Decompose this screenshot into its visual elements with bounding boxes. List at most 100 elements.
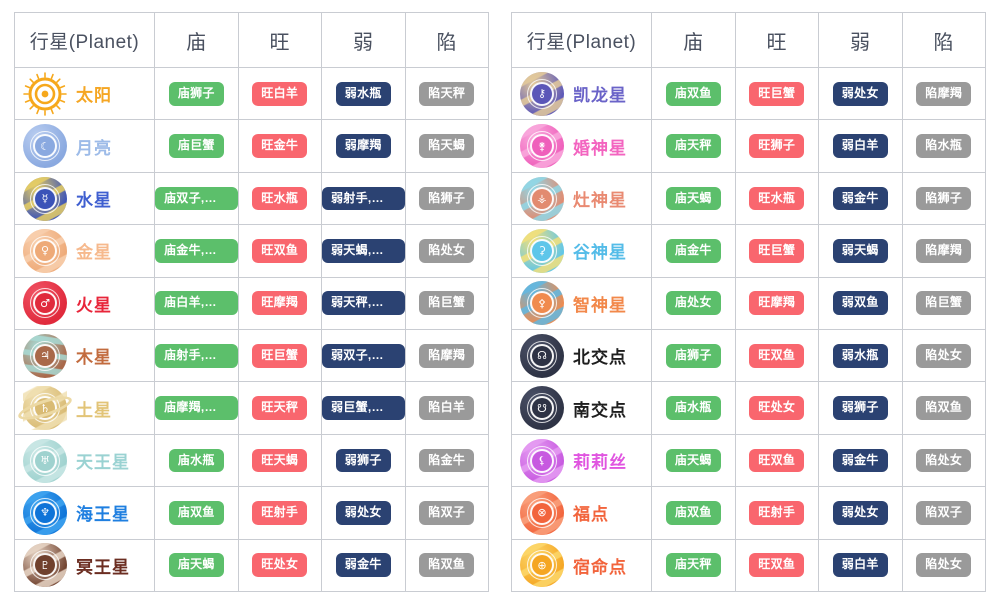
dignity-badge-xian[interactable]: 陷狮子 bbox=[916, 186, 972, 211]
dignity-badge-xian[interactable]: 陷水瓶 bbox=[916, 134, 972, 158]
dignity-badge-ruo[interactable]: 弱白羊 bbox=[832, 134, 888, 158]
dignity-badge-ruo[interactable]: 弱白羊 bbox=[832, 553, 888, 578]
dignity-badge-wang[interactable]: 旺双鱼 bbox=[749, 553, 805, 578]
dignity-badge-wang[interactable]: 旺天秤 bbox=[252, 396, 308, 421]
dignity-badge-xian[interactable]: 陷金牛 bbox=[419, 448, 475, 473]
dignity-badge-miao[interactable]: 庙天蝎 bbox=[168, 553, 224, 578]
dignity-badge-ruo[interactable]: 弱处女 bbox=[832, 81, 888, 106]
table-row[interactable]: ☋ 南交点 庙水瓶 旺处女 弱狮子 陷双鱼 bbox=[512, 382, 986, 435]
dignity-badge-wang[interactable]: 旺射手 bbox=[749, 501, 805, 525]
dignity-badge-ruo[interactable]: 弱处女 bbox=[832, 501, 888, 525]
dignity-badge-miao[interactable]: 庙双子,处女 bbox=[155, 186, 238, 211]
dignity-badge-ruo[interactable]: 弱摩羯 bbox=[335, 134, 391, 158]
dignity-badge-wang[interactable]: 旺巨蟹 bbox=[252, 343, 308, 368]
dignity-badge-miao[interactable]: 庙天秤 bbox=[665, 134, 721, 158]
dignity-badge-xian[interactable]: 陷处女 bbox=[916, 343, 972, 368]
dignity-badge-xian[interactable]: 陷狮子 bbox=[419, 186, 475, 211]
dignity-badge-ruo[interactable]: 弱巨蟹,狮子 bbox=[322, 396, 405, 421]
dignity-badge-xian[interactable]: 陷双鱼 bbox=[419, 553, 475, 578]
dignity-badge-xian[interactable]: 陷摩羯 bbox=[419, 343, 475, 368]
dignity-badge-wang[interactable]: 旺射手 bbox=[252, 501, 308, 525]
dignity-badge-miao[interactable]: 庙狮子 bbox=[665, 343, 721, 368]
dignity-badge-miao[interactable]: 庙水瓶 bbox=[168, 448, 224, 473]
dignity-badge-xian[interactable]: 陷处女 bbox=[419, 239, 475, 263]
dignity-badge-ruo[interactable]: 弱狮子 bbox=[832, 396, 888, 421]
table-row[interactable]: ♇ 冥王星 庙天蝎 旺处女 弱金牛 陷双鱼 bbox=[15, 539, 489, 593]
dignity-badge-ruo[interactable]: 弱水瓶 bbox=[335, 81, 391, 106]
dignity-badge-miao[interactable]: 庙金牛,天秤 bbox=[155, 239, 238, 263]
dignity-badge-miao[interactable]: 庙摩羯,水瓶 bbox=[155, 396, 238, 421]
dignity-badge-ruo[interactable]: 弱射手,双鱼 bbox=[322, 186, 405, 211]
table-row[interactable]: ♄ 土星 庙摩羯,水瓶 旺天秤 弱巨蟹,狮子 陷白羊 bbox=[15, 382, 489, 435]
dignity-badge-wang[interactable]: 旺白羊 bbox=[252, 81, 308, 106]
dignity-badge-wang[interactable]: 旺金牛 bbox=[252, 134, 308, 158]
dignity-badge-ruo[interactable]: 弱金牛 bbox=[832, 448, 888, 473]
dignity-badge-ruo[interactable]: 弱天秤,金牛 bbox=[322, 291, 405, 316]
table-row[interactable]: ⚶ 灶神星 庙天蝎 旺水瓶 弱金牛 陷狮子 bbox=[512, 172, 986, 226]
dignity-badge-wang[interactable]: 旺水瓶 bbox=[749, 186, 805, 211]
table-row[interactable]: ⚴ 智神星 庙处女 旺摩羯 弱双鱼 陷巨蟹 bbox=[512, 277, 986, 331]
dignity-badge-xian[interactable]: 陷天秤 bbox=[419, 81, 475, 106]
dignity-badge-xian[interactable]: 陷双子 bbox=[916, 501, 972, 525]
dignity-badge-xian[interactable]: 陷白羊 bbox=[419, 396, 475, 421]
dignity-badge-wang[interactable]: 旺摩羯 bbox=[749, 291, 805, 316]
dignity-badge-xian[interactable]: 陷双鱼 bbox=[916, 396, 972, 421]
table-row[interactable]: ⊕ 宿命点 庙天秤 旺双鱼 弱白羊 陷处女 bbox=[512, 539, 986, 593]
dignity-badge-miao[interactable]: 庙射手,双鱼 bbox=[155, 343, 238, 368]
dignity-badge-xian[interactable]: 陷摩羯 bbox=[916, 81, 972, 106]
table-row[interactable]: ☾ 月亮 庙巨蟹 旺金牛 弱摩羯 陷天蝎 bbox=[15, 120, 489, 173]
table-row[interactable]: ☊ 北交点 庙狮子 旺双鱼 弱水瓶 陷处女 bbox=[512, 330, 986, 383]
dignity-badge-miao[interactable]: 庙天蝎 bbox=[665, 448, 721, 473]
dignity-badge-xian[interactable]: 陷巨蟹 bbox=[916, 291, 972, 316]
dignity-badge-wang[interactable]: 旺处女 bbox=[749, 396, 805, 421]
dignity-badge-ruo[interactable]: 弱狮子 bbox=[335, 448, 391, 473]
dignity-badge-ruo[interactable]: 弱金牛 bbox=[832, 186, 888, 211]
dignity-badge-wang[interactable]: 旺双鱼 bbox=[749, 343, 805, 368]
table-row[interactable]: ♂ 火星 庙白羊,天蝎 旺摩羯 弱天秤,金牛 陷巨蟹 bbox=[15, 277, 489, 331]
dignity-badge-wang[interactable]: 旺巨蟹 bbox=[749, 81, 805, 106]
dignity-badge-xian[interactable]: 陷天蝎 bbox=[419, 134, 475, 158]
dignity-badge-xian[interactable]: 陷巨蟹 bbox=[419, 291, 475, 316]
dignity-badge-ruo[interactable]: 弱天蝎 bbox=[832, 239, 888, 263]
table-row[interactable]: ♆ 海王星 庙双鱼 旺射手 弱处女 陷双子 bbox=[15, 487, 489, 540]
dignity-badge-ruo[interactable]: 弱水瓶 bbox=[832, 343, 888, 368]
dignity-badge-wang[interactable]: 旺狮子 bbox=[749, 134, 805, 158]
dignity-badge-ruo[interactable]: 弱天蝎,白羊 bbox=[322, 239, 405, 263]
dignity-badge-xian[interactable]: 陷双子 bbox=[419, 501, 475, 525]
table-row[interactable]: ⚵ 婚神星 庙天秤 旺狮子 弱白羊 陷水瓶 bbox=[512, 120, 986, 173]
table-row[interactable]: ♃ 木星 庙射手,双鱼 旺巨蟹 弱双子,处女 陷摩羯 bbox=[15, 330, 489, 383]
dignity-badge-miao[interactable]: 庙处女 bbox=[665, 291, 721, 316]
dignity-badge-miao[interactable]: 庙水瓶 bbox=[665, 396, 721, 421]
table-row[interactable]: ⚳ 谷神星 庙金牛 旺巨蟹 弱天蝎 陷摩羯 bbox=[512, 225, 986, 278]
table-row[interactable]: ♀ 金星 庙金牛,天秤 旺双鱼 弱天蝎,白羊 陷处女 bbox=[15, 225, 489, 278]
dignity-badge-wang[interactable]: 旺双鱼 bbox=[749, 448, 805, 473]
dignity-badge-miao[interactable]: 庙双鱼 bbox=[665, 81, 721, 106]
dignity-badge-xian[interactable]: 陷处女 bbox=[916, 553, 972, 578]
dignity-badge-miao[interactable]: 庙白羊,天蝎 bbox=[155, 291, 238, 316]
dignity-badge-miao[interactable]: 庙双鱼 bbox=[168, 501, 224, 525]
dignity-badge-ruo[interactable]: 弱双子,处女 bbox=[322, 343, 405, 368]
table-row[interactable]: ⚸ 莉莉丝 庙天蝎 旺双鱼 弱金牛 陷处女 bbox=[512, 434, 986, 488]
table-row[interactable]: ⚷ 凯龙星 庙双鱼 旺巨蟹 弱处女 陷摩羯 bbox=[512, 68, 986, 121]
dignity-badge-miao[interactable]: 庙金牛 bbox=[665, 239, 721, 263]
dignity-badge-ruo[interactable]: 弱金牛 bbox=[335, 553, 391, 578]
dignity-badge-ruo[interactable]: 弱处女 bbox=[335, 501, 391, 525]
dignity-badge-wang[interactable]: 旺摩羯 bbox=[252, 291, 308, 316]
dignity-badge-miao[interactable]: 庙巨蟹 bbox=[168, 134, 224, 158]
dignity-badge-xian[interactable]: 陷处女 bbox=[916, 448, 972, 473]
table-row[interactable]: 太阳 庙狮子 旺白羊 弱水瓶 陷天秤 bbox=[15, 68, 489, 121]
dignity-badge-miao[interactable]: 庙双鱼 bbox=[665, 501, 721, 525]
table-row[interactable]: ☿ 水星 庙双子,处女 旺水瓶 弱射手,双鱼 陷狮子 bbox=[15, 172, 489, 226]
table-row[interactable]: ♅ 天王星 庙水瓶 旺天蝎 弱狮子 陷金牛 bbox=[15, 434, 489, 488]
dignity-badge-wang[interactable]: 旺处女 bbox=[252, 553, 308, 578]
dignity-badge-wang[interactable]: 旺水瓶 bbox=[252, 186, 308, 211]
dignity-badge-miao[interactable]: 庙天秤 bbox=[665, 553, 721, 578]
table-row[interactable]: ⊗ 福点 庙双鱼 旺射手 弱处女 陷双子 bbox=[512, 487, 986, 540]
dignity-badge-miao[interactable]: 庙狮子 bbox=[168, 81, 224, 106]
dignity-badge-xian[interactable]: 陷摩羯 bbox=[916, 239, 972, 263]
dignity-badge-miao[interactable]: 庙天蝎 bbox=[665, 186, 721, 211]
dignity-badge-wang[interactable]: 旺巨蟹 bbox=[749, 239, 805, 263]
dignity-badge-wang[interactable]: 旺天蝎 bbox=[252, 448, 308, 473]
dignity-badge-ruo[interactable]: 弱双鱼 bbox=[832, 291, 888, 316]
dignity-badge-wang[interactable]: 旺双鱼 bbox=[252, 239, 308, 263]
